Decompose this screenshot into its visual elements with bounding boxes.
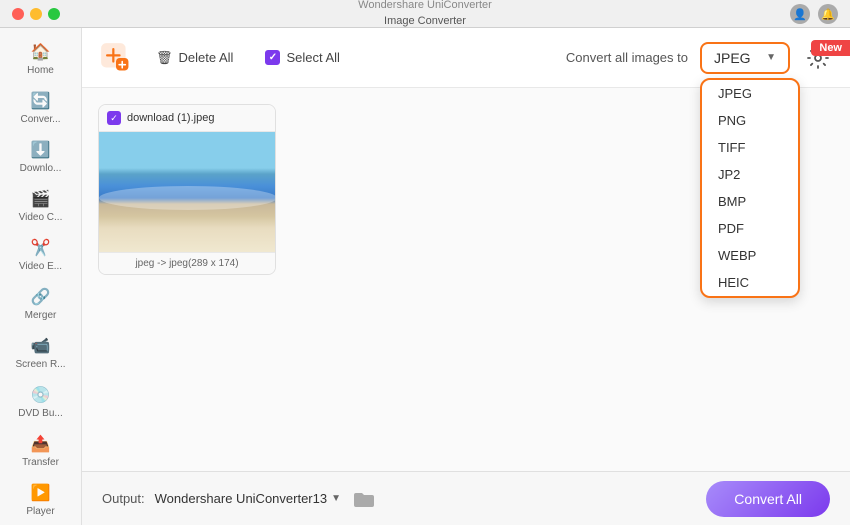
merger-icon: 🔗 xyxy=(31,287,51,307)
delete-all-button[interactable]: 🗑 Delete All xyxy=(146,46,243,70)
trash-icon: 🗑 xyxy=(156,50,173,66)
transfer-icon: 📤 xyxy=(31,434,51,454)
new-badge: New xyxy=(811,40,850,56)
image-grid: download (1).jpeg jpeg -> jpeg(289 x 174… xyxy=(98,104,276,455)
format-value: JPEG xyxy=(714,50,751,66)
chevron-down-icon: ▼ xyxy=(766,52,776,63)
sidebar-item-video-e[interactable]: ✂️ Video E... xyxy=(6,232,75,279)
home-icon: 🏠 xyxy=(31,42,51,62)
item-filename: download (1).jpeg xyxy=(127,112,214,124)
title-bar: Wondershare UniConverter Image Converter… xyxy=(0,0,850,28)
image-caption: jpeg -> jpeg(289 x 174) xyxy=(99,252,275,274)
select-all-button[interactable]: Select All xyxy=(255,46,349,69)
sidebar-item-player[interactable]: ▶️ Player xyxy=(6,477,75,524)
close-button[interactable] xyxy=(12,8,24,20)
sidebar-item-merger[interactable]: 🔗 Merger xyxy=(6,281,75,328)
format-option-pdf[interactable]: PDF xyxy=(702,215,798,242)
format-option-bmp[interactable]: BMP xyxy=(702,188,798,215)
format-option-jpeg[interactable]: JPEG xyxy=(702,80,798,107)
player-icon: ▶️ xyxy=(31,483,51,503)
video-c-icon: 🎬 xyxy=(31,189,51,209)
bottom-bar: Output: Wondershare UniConverter13 ▼ Con… xyxy=(82,471,850,525)
add-image-button[interactable] xyxy=(98,40,134,76)
format-option-png[interactable]: PNG xyxy=(702,107,798,134)
image-item-header: download (1).jpeg xyxy=(99,105,275,132)
notification-icon[interactable]: 🔔 xyxy=(818,4,838,24)
output-label: Output: xyxy=(102,491,145,506)
format-option-jp2[interactable]: JP2 xyxy=(702,161,798,188)
sidebar-item-screen[interactable]: 📹 Screen R... xyxy=(6,330,75,377)
image-thumbnail xyxy=(99,132,276,252)
main-layout: 🏠 Home 🔄 Conver... ⬇️ Downlo... 🎬 Video … xyxy=(0,28,850,525)
convert-label: Convert all images to xyxy=(566,50,688,65)
format-dropdown-menu: JPEG PNG TIFF JP2 BMP PDF WEBP HEIC xyxy=(700,78,800,298)
folder-button[interactable] xyxy=(351,486,377,512)
maximize-button[interactable] xyxy=(48,8,60,20)
video-e-icon: ✂️ xyxy=(31,238,51,258)
output-path-value: Wondershare UniConverter13 xyxy=(155,491,327,506)
output-chevron-icon: ▼ xyxy=(331,493,341,504)
sidebar-item-home[interactable]: 🏠 Home xyxy=(6,36,75,83)
select-all-checkbox xyxy=(265,50,280,65)
content-area: New 🗑 Delete All Select All xyxy=(82,28,850,525)
window-title: Wondershare UniConverter Image Converter xyxy=(358,0,492,29)
format-dropdown[interactable]: JPEG ▼ JPEG PNG TIFF JP2 BMP PDF WEBP HE… xyxy=(700,42,790,74)
format-option-webp[interactable]: WEBP xyxy=(702,242,798,269)
output-path[interactable]: Wondershare UniConverter13 ▼ xyxy=(155,491,341,506)
traffic-lights[interactable] xyxy=(12,8,60,20)
minimize-button[interactable] xyxy=(30,8,42,20)
dvd-icon: 💿 xyxy=(31,385,51,405)
converter-icon: 🔄 xyxy=(31,91,51,111)
sidebar-item-transfer[interactable]: 📤 Transfer xyxy=(6,428,75,475)
beach-image xyxy=(99,132,276,252)
item-checkbox[interactable] xyxy=(107,111,121,125)
screen-icon: 📹 xyxy=(31,336,51,356)
sidebar-item-download[interactable]: ⬇️ Downlo... xyxy=(6,134,75,181)
sidebar: 🏠 Home 🔄 Conver... ⬇️ Downlo... 🎬 Video … xyxy=(0,28,82,525)
download-icon: ⬇️ xyxy=(31,140,51,160)
format-option-tiff[interactable]: TIFF xyxy=(702,134,798,161)
user-avatar[interactable]: 👤 xyxy=(790,4,810,24)
format-option-heic[interactable]: HEIC xyxy=(702,269,798,296)
image-item: download (1).jpeg jpeg -> jpeg(289 x 174… xyxy=(98,104,276,275)
convert-all-button[interactable]: Convert All xyxy=(706,481,830,517)
sidebar-item-converter[interactable]: 🔄 Conver... xyxy=(6,85,75,132)
sidebar-item-dvd[interactable]: 💿 DVD Bu... xyxy=(6,379,75,426)
toolbar: 🗑 Delete All Select All Convert all imag… xyxy=(82,28,850,88)
sidebar-item-video-c[interactable]: 🎬 Video C... xyxy=(6,183,75,230)
format-select-button[interactable]: JPEG ▼ xyxy=(700,42,790,74)
